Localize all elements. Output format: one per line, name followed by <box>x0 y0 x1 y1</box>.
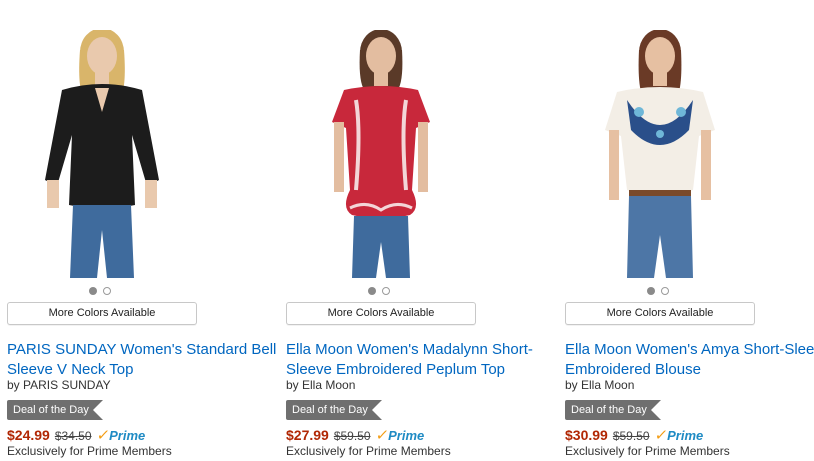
image-carousel-dots <box>368 287 390 295</box>
carousel-dot[interactable] <box>368 287 376 295</box>
prime-label: Prime <box>109 427 146 443</box>
list-price: $34.50 <box>54 429 92 443</box>
prime-label: Prime <box>388 427 425 443</box>
product-grid: More Colors Available PARIS SUNDAY Women… <box>0 0 814 461</box>
deal-of-the-day-badge: Deal of the Day <box>7 400 103 420</box>
deal-badge-tip <box>92 400 103 420</box>
deal-badge-label: Deal of the Day <box>286 400 372 420</box>
product-card: More Colors Available PARIS SUNDAY Women… <box>7 0 277 461</box>
carousel-dot[interactable] <box>103 287 111 295</box>
pricing-row: $30.99 $59.50 ✓ Prime <box>565 426 703 444</box>
prime-check-icon: ✓ <box>94 427 111 444</box>
prime-check-icon: ✓ <box>373 427 390 444</box>
more-colors-button[interactable]: More Colors Available <box>286 302 476 325</box>
prime-logo: ✓ Prime <box>373 426 425 444</box>
list-price: $59.50 <box>612 429 650 443</box>
carousel-dot[interactable] <box>647 287 655 295</box>
brand-byline: by Ella Moon <box>565 378 635 392</box>
prime-exclusive-note: Exclusively for Prime Members <box>565 444 730 458</box>
product-image[interactable] <box>7 30 197 278</box>
deal-badge-tip <box>371 400 382 420</box>
pricing-row: $24.99 $34.50 ✓ Prime <box>7 426 145 444</box>
list-price: $59.50 <box>333 429 371 443</box>
more-colors-button[interactable]: More Colors Available <box>7 302 197 325</box>
product-image[interactable] <box>286 30 476 278</box>
product-title-link[interactable]: Ella Moon Women's Madalynn Short-Sleeve … <box>286 340 556 380</box>
prime-logo: ✓ Prime <box>652 426 704 444</box>
brand-byline: by PARIS SUNDAY <box>7 378 111 392</box>
sale-price: $30.99 <box>565 427 608 443</box>
more-colors-button[interactable]: More Colors Available <box>565 302 755 325</box>
prime-exclusive-note: Exclusively for Prime Members <box>7 444 172 458</box>
deal-badge-label: Deal of the Day <box>7 400 93 420</box>
prime-check-icon: ✓ <box>652 427 669 444</box>
model-illustration <box>605 30 715 278</box>
carousel-dot[interactable] <box>382 287 390 295</box>
carousel-dot[interactable] <box>89 287 97 295</box>
product-image[interactable] <box>565 30 755 278</box>
product-title-link[interactable]: Ella Moon Women's Amya Short-Sleeve Embr… <box>565 340 814 380</box>
deal-of-the-day-badge: Deal of the Day <box>565 400 661 420</box>
deal-badge-label: Deal of the Day <box>565 400 651 420</box>
image-carousel-dots <box>647 287 669 295</box>
sale-price: $27.99 <box>286 427 329 443</box>
product-card: More Colors Available Ella Moon Women's … <box>286 0 556 461</box>
brand-byline: by Ella Moon <box>286 378 356 392</box>
prime-exclusive-note: Exclusively for Prime Members <box>286 444 451 458</box>
carousel-dot[interactable] <box>661 287 669 295</box>
prime-label: Prime <box>667 427 704 443</box>
sale-price: $24.99 <box>7 427 50 443</box>
deal-of-the-day-badge: Deal of the Day <box>286 400 382 420</box>
model-illustration <box>332 30 430 278</box>
pricing-row: $27.99 $59.50 ✓ Prime <box>286 426 424 444</box>
product-title-link[interactable]: PARIS SUNDAY Women's Standard Bell Sleev… <box>7 340 277 380</box>
product-card: More Colors Available Ella Moon Women's … <box>565 0 814 461</box>
prime-logo: ✓ Prime <box>94 426 146 444</box>
deal-badge-tip <box>650 400 661 420</box>
model-illustration <box>45 30 159 278</box>
image-carousel-dots <box>89 287 111 295</box>
